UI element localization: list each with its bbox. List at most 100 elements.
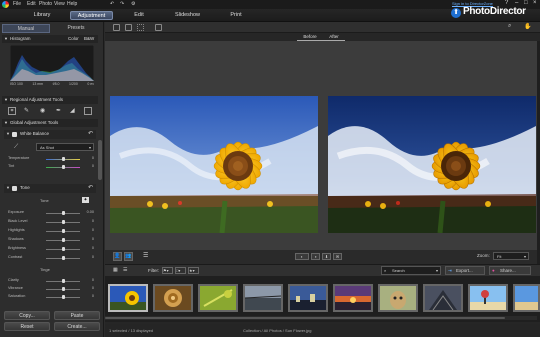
grid-small-icon[interactable]: ▦ [113, 267, 118, 273]
slider-thumb[interactable] [62, 247, 65, 251]
white-balance-header[interactable]: ▼ White Balance ↶ [4, 130, 96, 139]
auto-tone-icon[interactable]: ✦ [82, 197, 89, 203]
tinge-slider-saturation[interactable]: Saturation 0 [8, 294, 94, 300]
pan-tool-icon[interactable]: ✋ [524, 23, 531, 30]
slider-thumb[interactable] [62, 295, 65, 299]
tone-slider-black-level[interactable]: Black Level 0 [8, 219, 94, 225]
menu-edit[interactable]: Edit [27, 1, 36, 7]
histogram-header[interactable]: ▼ Histogram Color B&W [2, 35, 98, 43]
filmstrip-scroll-thumb[interactable] [105, 317, 505, 319]
tone-slider-contrast[interactable]: Contrast 0 [8, 255, 94, 261]
global-tools-header[interactable]: ▼ Global Adjustment Tools [2, 119, 98, 127]
thumbnail-sunset[interactable] [333, 284, 373, 312]
gradient-tool-icon[interactable]: ◢ [70, 107, 78, 115]
tone-slider-shadows[interactable]: Shadows 0 [8, 237, 94, 243]
flag-filter-icon[interactable]: ⚑▾ [162, 267, 173, 274]
single-view-icon[interactable] [113, 24, 120, 31]
thumbnail-architecture[interactable] [423, 284, 463, 312]
tinge-slider-clarity[interactable]: Clarity 0 [8, 278, 94, 284]
zoom-select[interactable]: Fit ▾ [493, 252, 529, 260]
settings-icon[interactable]: ⚙ [131, 1, 135, 7]
export-button[interactable]: ⇥ Export... [445, 266, 485, 275]
tinge-slider-vibrance[interactable]: Vibrance 0 [8, 286, 94, 292]
list-icon[interactable]: ☰ [143, 252, 148, 259]
slider-thumb[interactable] [62, 229, 65, 233]
search-zoom-icon[interactable]: ⌕ [508, 23, 511, 30]
compare-toggle-icon[interactable]: ◐ [295, 253, 309, 260]
histogram-bw-toggle[interactable]: B&W [84, 35, 94, 43]
close-icon[interactable]: × [533, 0, 537, 6]
thumbnail-leaf[interactable] [198, 284, 238, 312]
slider-thumb[interactable] [62, 256, 65, 260]
temperature-slider[interactable]: Temperature 0 [8, 156, 94, 162]
after-photo[interactable] [328, 96, 536, 233]
thumbnail-sunflower[interactable] [108, 284, 148, 312]
histogram-color-toggle[interactable]: Color [68, 35, 79, 43]
share-button[interactable]: ● Share... [489, 266, 531, 275]
thumbnail-bridge[interactable] [243, 284, 283, 312]
person-icon[interactable]: 👤 [113, 252, 122, 261]
info-icon[interactable]: ✉ [333, 253, 342, 260]
tone-checkbox[interactable] [12, 186, 17, 191]
half-view-icon[interactable]: ◑ [311, 253, 320, 260]
tab-manual[interactable]: Manual [2, 24, 50, 33]
download-icon[interactable]: ⬇ [322, 253, 331, 260]
radial-tool-icon[interactable] [84, 107, 92, 115]
slider-thumb[interactable] [62, 220, 65, 224]
tone-header[interactable]: ▼ Tone ↶ [4, 184, 96, 193]
tab-presets[interactable]: Presets [52, 24, 100, 33]
red-eye-tool-icon[interactable]: ✎ [24, 107, 32, 115]
people-icon[interactable]: 👥 [124, 252, 133, 261]
compare-view-icon[interactable] [125, 24, 132, 31]
temperature-thumb[interactable] [62, 157, 65, 161]
color-filter-icon[interactable]: □▾ [175, 267, 186, 274]
grid-view-icon[interactable] [137, 24, 144, 31]
white-balance-checkbox[interactable] [12, 132, 17, 137]
eye-tool-icon[interactable]: ◉ [40, 107, 48, 115]
tint-thumb[interactable] [62, 165, 65, 169]
menu-help[interactable]: Help [67, 1, 77, 7]
photo-canvas[interactable] [105, 41, 537, 265]
eyedropper-icon[interactable]: ⟋ [14, 144, 18, 151]
reset-icon[interactable]: ↶ [88, 130, 93, 137]
tab-print[interactable]: Print [220, 11, 252, 20]
before-photo[interactable] [110, 96, 318, 233]
tab-slideshow[interactable]: Slideshow [165, 11, 210, 20]
paste-button[interactable]: Paste [54, 311, 100, 320]
thumbnail-beach[interactable] [468, 284, 508, 312]
reset-icon[interactable]: ↶ [88, 184, 93, 191]
slider-thumb[interactable] [62, 211, 65, 215]
redo-icon[interactable]: ↷ [120, 1, 124, 7]
create-preset-button[interactable]: Create... [54, 322, 100, 331]
search-input[interactable]: ⌕ Search ▾ [381, 266, 441, 275]
thumbnail-city[interactable] [288, 284, 328, 312]
filmstrip-scrollbar[interactable] [105, 316, 537, 320]
white-balance-select[interactable]: As Shot ▾ [36, 143, 94, 151]
regional-tools-header[interactable]: ▼ Regional Adjustment Tools [2, 96, 98, 104]
reset-button[interactable]: Reset [4, 322, 50, 331]
tab-library[interactable]: Library [24, 11, 60, 20]
fullscreen-icon[interactable] [155, 24, 162, 31]
menu-file[interactable]: File [13, 1, 21, 7]
tone-slider-exposure[interactable]: Exposure 0.00 [8, 210, 94, 216]
panel-scrollbar[interactable] [98, 140, 102, 180]
tint-slider[interactable]: Tint 0 [8, 164, 94, 170]
thumbnail-cat[interactable] [378, 284, 418, 312]
menu-view[interactable]: View [54, 1, 65, 7]
tab-adjustment[interactable]: Adjustment [70, 11, 113, 20]
tab-edit[interactable]: Edit [124, 11, 154, 20]
slider-thumb[interactable] [62, 287, 65, 291]
copy-button[interactable]: Copy... [4, 311, 50, 320]
brush-tool-icon[interactable]: ✒ [56, 107, 64, 115]
list-view-icon[interactable]: ☰ [123, 267, 127, 273]
slider-thumb[interactable] [62, 279, 65, 283]
undo-icon[interactable]: ↶ [110, 1, 114, 7]
tone-slider-brightness[interactable]: Brightness 0 [8, 246, 94, 252]
star-filter-icon[interactable]: ★▾ [188, 267, 199, 274]
tone-slider-highlights[interactable]: Highlights 0 [8, 228, 94, 234]
crop-tool-icon[interactable]: ⌗ [8, 107, 16, 115]
menu-photo[interactable]: Photo [39, 1, 52, 7]
thumbnail-sky[interactable] [513, 284, 540, 312]
thumbnail-shell[interactable] [153, 284, 193, 312]
slider-thumb[interactable] [62, 238, 65, 242]
